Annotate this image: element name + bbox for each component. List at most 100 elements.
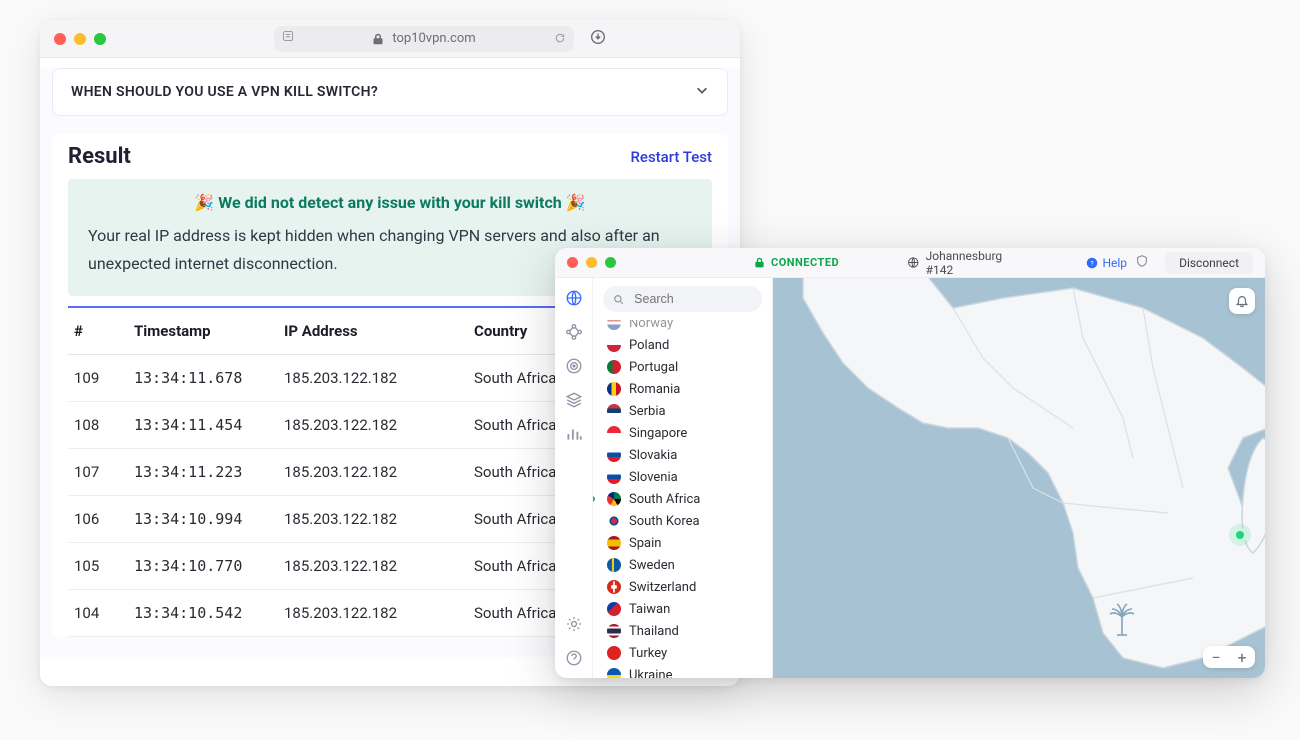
cell-ip: 185.203.122.182	[278, 355, 468, 402]
search-input[interactable]	[632, 291, 752, 307]
rail-stats-icon[interactable]	[564, 424, 584, 444]
rail-globe-icon[interactable]	[564, 288, 584, 308]
map-area[interactable]: − +	[773, 278, 1265, 678]
connection-status: CONNECTED	[754, 256, 839, 269]
cell-ip: 185.203.122.182	[278, 402, 468, 449]
reader-icon[interactable]	[282, 30, 294, 46]
maximize-window-button[interactable]	[94, 33, 106, 45]
close-window-button[interactable]	[54, 33, 66, 45]
flag-icon	[607, 448, 621, 462]
connected-dot-icon	[593, 496, 595, 502]
country-item[interactable]: Portugal	[599, 356, 766, 378]
country-item[interactable]: South Africa	[599, 488, 766, 510]
vpn-window: CONNECTED Johannesburg #142 ? Help Disco…	[555, 248, 1265, 678]
zoom-in-button[interactable]: +	[1229, 646, 1255, 668]
flag-icon	[607, 646, 621, 660]
cell-ts: 13:34:10.542	[128, 590, 278, 637]
location-text: Johannesburg #142	[926, 249, 1029, 277]
country-item[interactable]: Norway	[599, 320, 766, 334]
cell-ts: 13:34:11.223	[128, 449, 278, 496]
country-name: Poland	[629, 338, 669, 353]
rail-layers-icon[interactable]	[564, 390, 584, 410]
cell-num: 106	[68, 496, 128, 543]
flag-icon	[607, 492, 621, 506]
country-name: Thailand	[629, 624, 679, 639]
country-name: Sweden	[629, 558, 675, 573]
flag-icon	[607, 382, 621, 396]
status-text: CONNECTED	[771, 256, 839, 269]
rail-support-icon[interactable]	[564, 648, 584, 668]
cell-ip: 185.203.122.182	[278, 543, 468, 590]
country-item[interactable]: South Korea	[599, 510, 766, 532]
country-item[interactable]: Thailand	[599, 620, 766, 642]
search-field[interactable]	[603, 286, 762, 312]
close-window-button[interactable]	[567, 257, 578, 268]
minimize-window-button[interactable]	[74, 33, 86, 45]
country-list-panel: Norway Poland Portugal Romania SerbiaSingapo…	[593, 278, 773, 678]
country-item[interactable]: Taiwan	[599, 598, 766, 620]
country-name: Portugal	[629, 360, 678, 375]
cell-num: 109	[68, 355, 128, 402]
country-item[interactable]: Slovenia	[599, 466, 766, 488]
flag-icon	[607, 320, 621, 330]
flag-icon	[607, 536, 621, 550]
chevron-down-icon	[695, 83, 709, 101]
country-item[interactable]: Singapore	[599, 422, 766, 444]
maximize-window-button[interactable]	[605, 257, 616, 268]
search-icon	[613, 293, 624, 306]
country-list[interactable]: Norway Poland Portugal Romania SerbiaSingapo…	[593, 320, 772, 678]
cell-ts: 13:34:11.454	[128, 402, 278, 449]
country-name: Turkey	[629, 646, 667, 661]
downloads-icon[interactable]	[590, 29, 606, 49]
url-host: top10vpn.com	[392, 31, 475, 46]
country-item[interactable]: Serbia	[599, 400, 766, 422]
notifications-button[interactable]	[1229, 288, 1255, 314]
svg-text:?: ?	[1091, 259, 1094, 267]
flag-icon	[607, 558, 621, 572]
country-name: Norway	[629, 320, 673, 331]
country-name: Ukraine	[629, 668, 672, 679]
country-item[interactable]: Sweden	[599, 554, 766, 576]
flag-icon	[607, 624, 621, 638]
vpn-titlebar: CONNECTED Johannesburg #142 ? Help Disco…	[555, 248, 1265, 278]
map-location-pin[interactable]	[1233, 528, 1247, 542]
country-name: Taiwan	[629, 602, 670, 617]
country-item[interactable]: Switzerland	[599, 576, 766, 598]
country-name: Romania	[629, 382, 680, 397]
country-item[interactable]: Slovakia	[599, 444, 766, 466]
address-bar[interactable]: top10vpn.com	[274, 26, 574, 52]
country-item[interactable]: Romania	[599, 378, 766, 400]
flag-icon	[607, 470, 621, 484]
country-item[interactable]: Ukraine	[599, 664, 766, 678]
zoom-out-button[interactable]: −	[1203, 646, 1229, 668]
col-num: #	[68, 307, 128, 355]
flag-icon	[607, 602, 621, 616]
refresh-icon[interactable]	[554, 32, 566, 48]
faq-accordion[interactable]: WHEN SHOULD YOU USE A VPN KILL SWITCH?	[52, 68, 728, 116]
cell-num: 105	[68, 543, 128, 590]
help-button[interactable]: ? Help	[1086, 256, 1127, 270]
window-controls	[54, 33, 106, 45]
rail-target-icon[interactable]	[564, 356, 584, 376]
country-item[interactable]: Spain	[599, 532, 766, 554]
country-item[interactable]: Poland	[599, 334, 766, 356]
map-svg	[773, 278, 1265, 678]
cell-ts: 13:34:10.770	[128, 543, 278, 590]
cell-ip: 185.203.122.182	[278, 449, 468, 496]
rail-mesh-icon[interactable]	[564, 322, 584, 342]
restart-test-link[interactable]: Restart Test	[630, 148, 712, 166]
help-label: Help	[1102, 256, 1127, 270]
help-icon: ?	[1086, 257, 1098, 269]
shield-icon[interactable]	[1135, 254, 1149, 271]
location-indicator[interactable]: Johannesburg #142	[907, 249, 1028, 277]
col-ts: Timestamp	[128, 307, 278, 355]
disconnect-button[interactable]: Disconnect	[1165, 252, 1253, 274]
accordion-title: WHEN SHOULD YOU USE A VPN KILL SWITCH?	[71, 84, 378, 100]
minimize-window-button[interactable]	[586, 257, 597, 268]
palm-icon	[1109, 603, 1135, 641]
country-name: Slovenia	[629, 470, 678, 485]
rail-settings-icon[interactable]	[564, 614, 584, 634]
result-heading: Result	[68, 144, 131, 169]
country-item[interactable]: Turkey	[599, 642, 766, 664]
flag-icon	[607, 580, 621, 594]
